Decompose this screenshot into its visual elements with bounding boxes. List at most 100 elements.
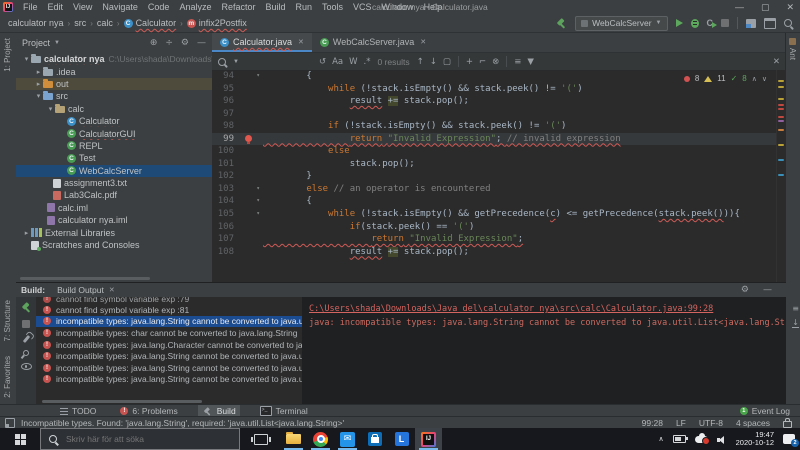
gear-icon[interactable]: ⚙ [181,38,189,48]
code-line-96[interactable]: 96 result += stack.pop(); [212,95,777,108]
project-hscrollbar[interactable] [20,277,150,280]
tree-item-calculator[interactable]: CCalculator [16,115,212,127]
line-number[interactable]: 105 [212,208,239,221]
caret-position[interactable]: 99:28 [642,418,663,428]
line-number[interactable]: 95 [212,83,239,96]
taskbar-app-explorer[interactable] [280,428,307,450]
hide-panel-icon[interactable]: — [763,285,772,295]
stripe-mark[interactable] [778,80,784,82]
tree-item-test[interactable]: CTest [16,152,212,164]
search-history-icon[interactable]: ↺ [319,57,326,67]
menu-tools[interactable]: Tools [317,2,348,12]
line-number[interactable]: 96 [212,95,239,108]
tree-chevron-icon[interactable]: ▾ [22,55,31,63]
tree-chevron-icon[interactable]: ▸ [34,80,43,88]
taskbar-search-box[interactable] [40,428,240,450]
code-line-95[interactable]: 95 while (!stack.isEmpty() && stack.peek… [212,83,777,96]
console-soft-wrap-icon[interactable]: ≡ [792,304,799,313]
tree-item-lab3calc-pdf[interactable]: Lab3Calc.pdf [16,189,212,201]
next-occurrence-icon[interactable]: ↓ [430,57,437,67]
scroll-to-end-icon[interactable]: ↓ [792,318,799,328]
run-button[interactable] [676,19,683,27]
build-message-row[interactable]: !incompatible types: char cannot be conv… [36,327,302,339]
breadcrumb-item-src[interactable]: src [74,18,86,28]
tool-stripe-ant[interactable]: Ant [788,38,797,60]
breadcrumb-item-calculator[interactable]: CCalculator [124,18,177,28]
tree-item-calc[interactable]: ▾calc [16,103,212,115]
line-number[interactable]: 97 [212,108,239,121]
file-encoding[interactable]: UTF-8 [699,418,723,428]
fold-icon[interactable]: ▾ [256,195,260,208]
tree-item-src[interactable]: ▾src [16,90,212,102]
tool-window-toggle-icon[interactable] [5,418,15,428]
breadcrumb-item-calculator-nya[interactable]: calculator nya [8,18,64,28]
build-message-row[interactable]: !incompatible types: java.lang.Character… [36,339,302,351]
menu-refactor[interactable]: Refactor [216,2,260,12]
tree-chevron-icon[interactable]: ▾ [46,105,55,113]
line-number[interactable]: 103 [212,183,239,196]
code-line-103[interactable]: 103▾ else // an operator is encountered [212,183,777,196]
match-case-icon[interactable]: Aa [332,57,343,67]
maximize-button[interactable]: ▢ [761,2,770,13]
tree-item-calc-iml[interactable]: calc.iml [16,202,212,214]
menu-code[interactable]: Code [143,2,175,12]
stripe-mark[interactable] [778,116,784,118]
line-number[interactable]: 102 [212,170,239,183]
code-line-108[interactable]: 108 result += stack.pop(); [212,246,777,259]
project-structure-icon[interactable] [746,19,756,28]
code-line-100[interactable]: 100 else [212,145,777,158]
add-occurrence-icon[interactable]: + [466,57,473,67]
editor-search-input[interactable] [246,56,312,68]
stripe-mark[interactable] [778,144,784,146]
menu-file[interactable]: File [18,2,43,12]
build-message-row[interactable]: !incompatible types: java.lang.String ca… [36,316,302,328]
stop-build-button[interactable] [22,320,30,328]
line-ending[interactable]: LF [676,418,686,428]
taskbar-app-store[interactable] [361,428,388,450]
tray-expand-icon[interactable]: ∧ [659,435,664,443]
project-panel-title[interactable]: Project [22,38,50,48]
tree-item-calculator-nya-iml[interactable]: calculator nya.iml [16,214,212,226]
code-line-101[interactable]: 101 stack.pop(); [212,158,777,171]
breadcrumb-item-calc[interactable]: calc [97,18,113,28]
menu-view[interactable]: View [68,2,97,12]
line-number[interactable]: 108 [212,246,239,259]
line-number[interactable]: 104 [212,195,239,208]
menu-navigate[interactable]: Navigate [97,2,143,12]
chevron-down-icon[interactable]: ▼ [54,40,60,46]
lock-icon[interactable] [783,421,792,428]
error-lightbulb-icon[interactable] [245,135,252,142]
event-log-button[interactable]: 1 Event Log [740,406,790,416]
collapse-all-icon[interactable]: ÷ [165,38,173,48]
task-view-icon[interactable] [254,434,268,445]
breadcrumb-item-infix2postfix[interactable]: minfix2Postfix [187,18,247,28]
taskbar-app-chrome[interactable] [307,428,334,450]
tree-item-assignment3-txt[interactable]: assignment3.txt [16,177,212,189]
close-button[interactable]: ✕ [786,2,794,13]
code-line-104[interactable]: 104▾ { [212,195,777,208]
code-line-98[interactable]: 98 if (!stack.isEmpty() && stack.peek() … [212,120,777,133]
line-number[interactable]: 107 [212,233,239,246]
tab-webcalcserver-java[interactable]: CWebCalcServer.java✕ [312,32,434,52]
filter-lines-icon[interactable]: ≡ [514,57,521,67]
code-line-107[interactable]: 107 return "Invalid Expression"; [212,233,777,246]
notification-center-icon[interactable]: 2 [783,434,795,444]
prev-occurrence-icon[interactable]: ↑ [417,57,424,67]
next-error-icon[interactable]: ∨ [762,75,767,83]
stripe-mark[interactable] [778,159,784,161]
build-settings-icon[interactable] [22,335,29,343]
code-editor[interactable]: 94▾ {95 while (!stack.isEmpty() && stack… [212,70,777,282]
words-icon[interactable]: W [349,57,357,67]
build-list-hscrollbar[interactable] [42,400,202,403]
console-file-link[interactable]: C:\Users\shada\Downloads\Java del\calcul… [309,304,713,314]
tree-item-calculatorgui[interactable]: CCalculatorGUI [16,127,212,139]
line-number[interactable]: 94 [212,70,239,83]
build-message-row[interactable]: !cannot find symbol variable exp :81 [36,304,302,316]
chevron-down-icon[interactable]: ▼ [233,59,239,65]
build-project-button[interactable] [556,18,567,29]
hide-panel-icon[interactable]: — [197,38,206,48]
taskbar-app-l-app[interactable]: L [388,428,415,450]
menu-analyze[interactable]: Analyze [174,2,216,12]
tree-chevron-icon[interactable]: ▸ [34,68,43,76]
volume-icon[interactable] [717,435,727,444]
